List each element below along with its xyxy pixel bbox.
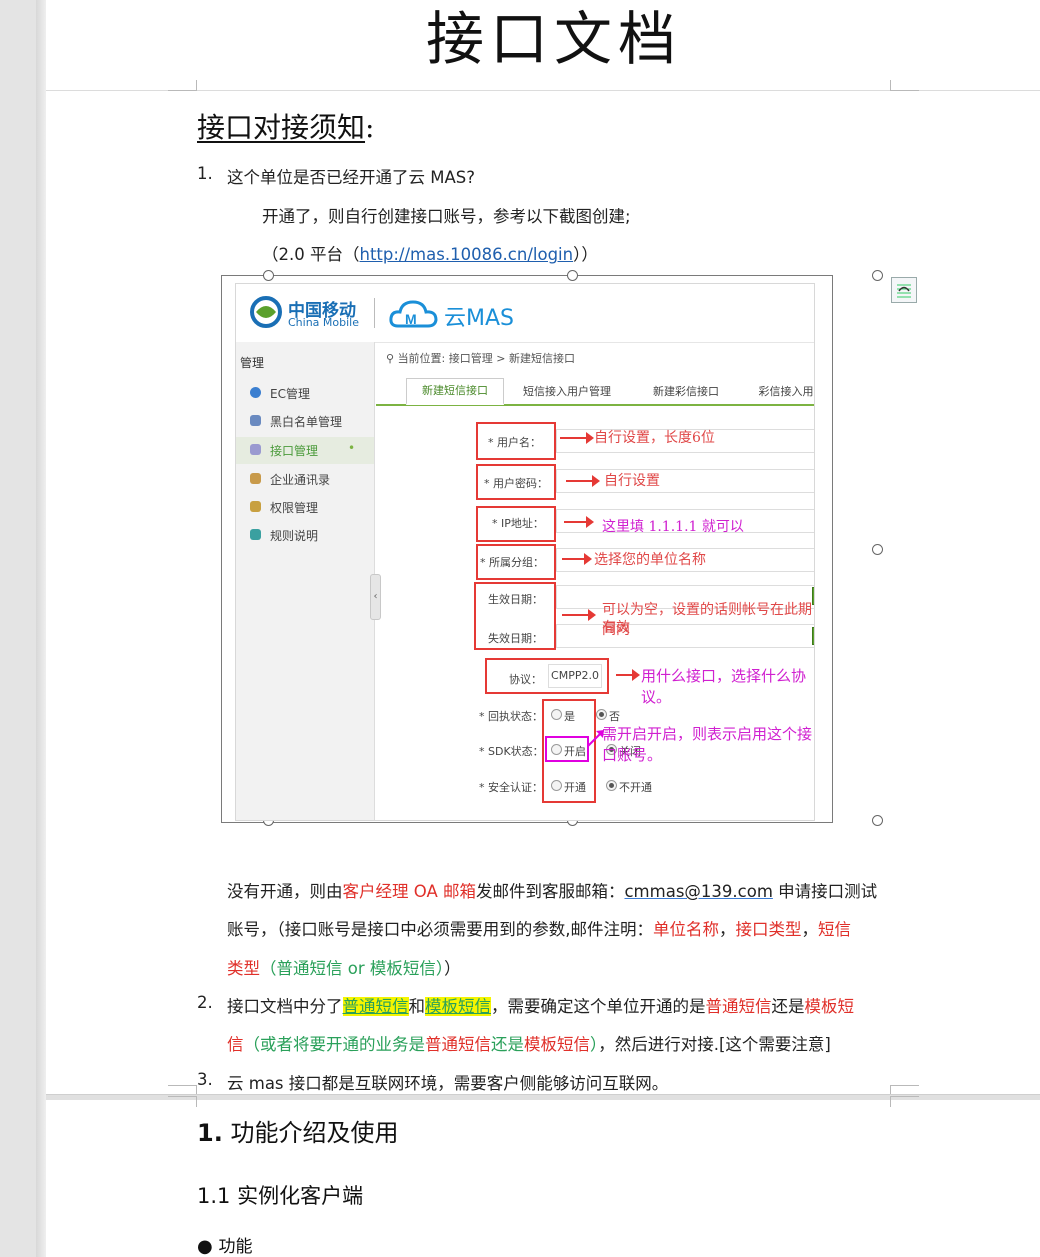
tab-new-mms[interactable]: 新建彩信接口 (638, 380, 734, 404)
item2-line2[interactable]: 信（或者将要开通的业务是普通短信还是模板短信），然后进行对接.[这个需要注意] (227, 1031, 831, 1055)
sidebar-item-permission[interactable]: 权限管理 (236, 494, 374, 521)
item3-text[interactable]: 云 mas 接口都是互联网环境，需要客户侧能够访问互联网。 (227, 1070, 668, 1094)
bullet-dot-icon: ● (197, 1236, 213, 1257)
embedded-screenshot: 中国移动 China Mobile M 云MAS 管理 EC管理 黑白名单管理 … (235, 283, 815, 821)
security-off-label: 不开通 (619, 781, 652, 794)
arrow-icon (616, 669, 640, 681)
tab-sms-users[interactable]: 短信接入用户管理 (512, 380, 622, 404)
resize-handle[interactable] (263, 270, 274, 281)
tab-new-sms[interactable]: 新建短信接口 (406, 378, 504, 405)
crop-mark (168, 80, 197, 91)
arrow-icon (560, 432, 594, 444)
section1-heading[interactable]: 1. 功能介绍及使用 (197, 1113, 398, 1148)
arrow-icon (562, 553, 592, 565)
crop-mark (890, 80, 919, 91)
item3-number: 3. (197, 1070, 213, 1089)
sidebar-header: 管理 (240, 356, 265, 370)
section11-heading[interactable]: 1.1 实例化客户端 (197, 1180, 363, 1210)
arrow-icon (562, 609, 596, 621)
platform-link[interactable]: http://mas.10086.cn/login (360, 245, 574, 264)
gutter-shadow (36, 0, 46, 1257)
annotation-username: 自行设置，长度6位 (594, 430, 715, 446)
receipt-yes-radio[interactable] (551, 709, 562, 720)
bullet-function[interactable]: ● 功能 (197, 1232, 252, 1257)
mas-sidebar: 管理 EC管理 黑白名单管理 接口管理 • 企业通讯录 权限管理 规则说明 (236, 342, 375, 820)
security-on-radio[interactable] (551, 780, 562, 791)
annotation-date-line1: 可以为空，设置的话则帐号在此期间内 (602, 602, 812, 638)
tab-mms-users[interactable]: 彩信接入用 (748, 380, 814, 404)
receipt-yes-label: 是 (564, 710, 575, 723)
china-mobile-logo-icon (250, 296, 282, 328)
arrow-icon (566, 475, 600, 487)
annotation-date-line2: 有效 (602, 620, 630, 636)
username-label: * 用户名： (488, 436, 541, 449)
document-title[interactable]: 接口文档 (426, 0, 682, 76)
resize-handle[interactable] (567, 270, 578, 281)
annotation-protocol: 用什么接口，选择什么协议。 (641, 667, 807, 706)
crop-mark (890, 1096, 919, 1107)
item1-sub1[interactable]: 开通了，则自行创建接口账号，参考以下截图创建; (262, 203, 631, 227)
ip-label: * IP地址： (492, 517, 544, 530)
resize-handle[interactable] (872, 544, 883, 555)
receipt-no-radio[interactable] (596, 709, 607, 720)
item2-line1[interactable]: 接口文档中分了普通短信和模板短信，需要确定这个单位开通的是普通短信还是模板短 (227, 993, 854, 1017)
sdk-label: * SDK状态： (479, 745, 544, 758)
rules-icon (250, 529, 261, 540)
list-icon (250, 415, 261, 426)
annotation-password: 自行设置 (604, 473, 660, 489)
password-label: * 用户密码： (484, 477, 548, 490)
breadcrumb: ⚲ 当前位置: 接口管理 > 新建短信接口 (386, 352, 575, 365)
sidebar-item-blacklist[interactable]: 黑白名单管理 (236, 408, 374, 435)
interface-icon (250, 444, 261, 455)
brand-divider (374, 298, 375, 328)
protocol-select[interactable]: CMPP2.0 (548, 664, 602, 688)
location-pin-icon: ⚲ (386, 352, 398, 365)
not-open-line1[interactable]: 没有开通，则由客户经理 OA 邮箱发邮件到客服邮箱：cmmas@139.com … (227, 878, 877, 902)
item1-sub2[interactable]: （2.0 平台（http://mas.10086.cn/login）） (262, 241, 598, 265)
start-date-label: 生效日期： (488, 593, 543, 606)
group-label: * 所属分组： (480, 556, 544, 569)
lock-icon (250, 501, 261, 512)
mas-topbar: 中国移动 China Mobile M 云MAS (236, 284, 814, 343)
end-date-label: 失效日期： (488, 632, 543, 645)
sidebar-item-ec[interactable]: EC管理 (236, 380, 374, 407)
security-label: * 安全认证： (479, 781, 543, 794)
not-open-line3[interactable]: 类型（普通短信 or 模板短信）） (227, 955, 461, 979)
sidebar-item-contacts[interactable]: 企业通讯录 (236, 466, 374, 493)
annotation-sdk: 需开启开启，则表示启用这个接口账号。 (602, 725, 813, 764)
crop-mark (168, 1096, 197, 1107)
sdk-on-label: 开启 (564, 745, 586, 758)
security-on-label: 开通 (564, 781, 586, 794)
sidebar-item-interface[interactable]: 接口管理 • (236, 437, 374, 464)
arrow-icon (564, 516, 594, 528)
resize-handle[interactable] (872, 815, 883, 826)
layout-options-icon[interactable] (891, 277, 917, 303)
item2-number: 2. (197, 993, 213, 1012)
annotation-ip: 这里填 1.1.1.1 就可以 (602, 519, 744, 535)
sidebar-item-rules[interactable]: 规则说明 (236, 522, 374, 549)
cloud-mas-icon: M (389, 300, 438, 328)
contacts-icon (250, 473, 261, 484)
security-off-radio[interactable] (606, 780, 617, 791)
product-name: 云MAS (444, 306, 514, 331)
svg-text:M: M (405, 311, 417, 327)
sdk-on-radio[interactable] (551, 744, 562, 755)
protocol-label: 协议： (509, 673, 542, 686)
document-page-2 (46, 1096, 1040, 1257)
notice-heading[interactable]: 接口对接须知: (197, 106, 374, 146)
annotation-group: 选择您的单位名称 (594, 552, 706, 568)
item1-text[interactable]: 这个单位是否已经开通了云 MAS? (227, 164, 475, 188)
not-open-line2[interactable]: 账号，（接口账号是接口中必须需要用到的参数,邮件注明：单位名称，接口类型，短信 (227, 916, 851, 940)
receipt-no-label: 否 (609, 710, 620, 723)
service-email[interactable]: cmmas@139.com (624, 882, 772, 901)
tab-bar: 新建短信接口 短信接入用户管理 新建彩信接口 彩信接入用 (376, 374, 814, 406)
brand-en: China Mobile (288, 316, 360, 329)
sidebar-collapse-toggle[interactable]: ‹ (370, 574, 381, 620)
receipt-label: * 回执状态： (479, 710, 543, 723)
resize-handle[interactable] (872, 270, 883, 281)
item1-number: 1. (197, 164, 213, 183)
ec-icon (250, 387, 261, 398)
